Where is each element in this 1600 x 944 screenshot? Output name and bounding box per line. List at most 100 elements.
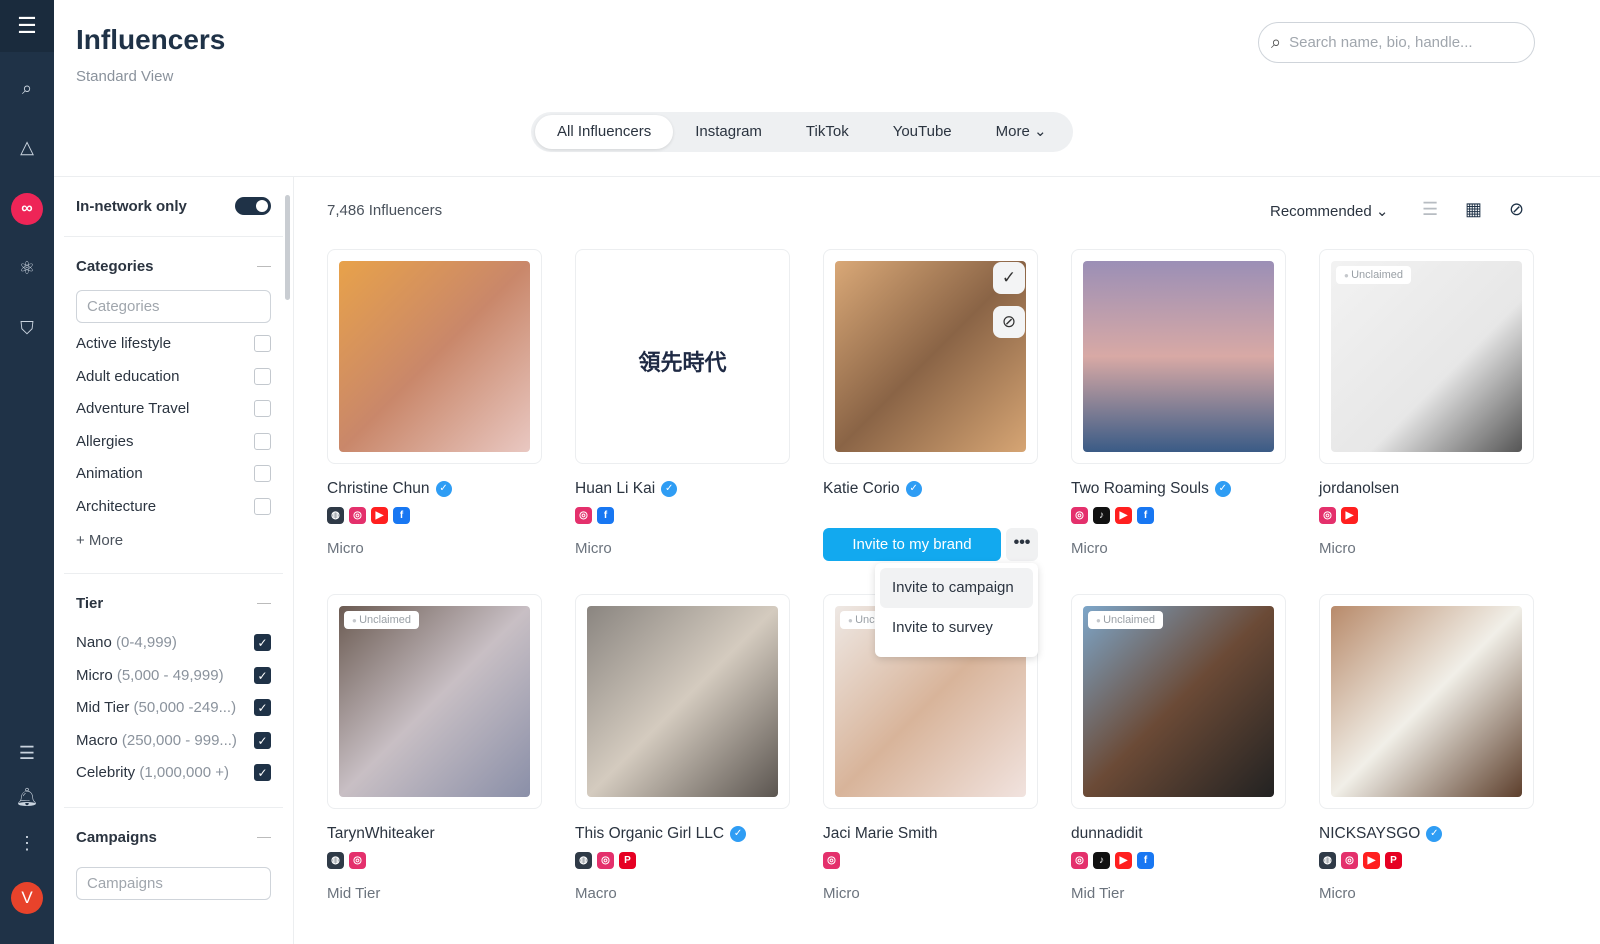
influencer-name[interactable]: This Organic Girl LLC <box>575 825 724 843</box>
influencer-card[interactable]: Two Roaming Souls ✓ ◎ ♪ ▶ f Micro <box>1071 249 1286 557</box>
youtube-icon[interactable]: ▶ <box>1115 852 1132 869</box>
tab-instagram[interactable]: Instagram <box>673 115 784 149</box>
facebook-icon[interactable]: f <box>1137 507 1154 524</box>
influencer-name[interactable]: Jaci Marie Smith <box>823 825 938 843</box>
youtube-icon[interactable]: ▶ <box>1341 507 1358 524</box>
category-checkbox[interactable] <box>254 432 271 450</box>
tier-option[interactable]: Macro (250,000 - 999...) ✓ <box>76 731 271 749</box>
influencer-name[interactable]: dunnadidit <box>1071 825 1143 843</box>
tier-checkbox[interactable]: ✓ <box>254 764 271 782</box>
sidebar-scrollbar[interactable] <box>285 195 290 300</box>
tab-tiktok[interactable]: TikTok <box>784 115 871 149</box>
influencer-card[interactable]: ✓ ⊘ Katie Corio ✓ <box>823 249 1038 540</box>
categories-input[interactable] <box>76 290 271 323</box>
instagram-icon[interactable]: ◎ <box>349 852 366 869</box>
invite-to-brand-button[interactable]: Invite to my brand <box>823 528 1001 561</box>
grid-view-icon[interactable]: ▦ <box>1465 199 1482 220</box>
more-actions-button[interactable]: ••• <box>1006 528 1038 561</box>
tier-checkbox[interactable]: ✓ <box>254 699 271 717</box>
instagram-icon[interactable]: ◎ <box>823 852 840 869</box>
profile-photo-frame[interactable]: 領先時代 <box>575 249 790 464</box>
instagram-icon[interactable]: ◎ <box>349 507 366 524</box>
collapse-icon[interactable] <box>257 603 271 604</box>
block-icon[interactable]: ⊘ <box>993 306 1025 338</box>
category-option[interactable]: Active lifestyle <box>76 335 271 352</box>
youtube-icon[interactable]: ▶ <box>1363 852 1380 869</box>
campaigns-input[interactable] <box>76 867 271 900</box>
pinterest-icon[interactable]: P <box>619 852 636 869</box>
profile-photo-frame[interactable]: Unclaimed <box>1071 594 1286 809</box>
influencer-card[interactable]: Unclaimed TarynWhiteaker ◍◎ Mid Tier <box>327 594 542 902</box>
menu-item-invite-campaign[interactable]: Invite to campaign <box>880 568 1033 608</box>
avatar[interactable]: V <box>11 882 43 914</box>
category-checkbox[interactable] <box>254 465 271 483</box>
category-option[interactable]: Allergies <box>76 432 271 450</box>
tab-youtube[interactable]: YouTube <box>871 115 974 149</box>
pinterest-icon[interactable]: P <box>1385 852 1402 869</box>
collapse-icon[interactable] <box>257 266 271 267</box>
tier-checkbox[interactable]: ✓ <box>254 634 271 651</box>
infinity-icon[interactable]: ∞ <box>0 193 54 225</box>
menu-item-invite-survey[interactable]: Invite to survey <box>880 608 1033 648</box>
instagram-icon[interactable]: ◎ <box>597 852 614 869</box>
category-option[interactable]: Architecture <box>76 498 271 515</box>
influencer-card[interactable]: 領先時代 Huan Li Kai ✓ ◎ f Micro <box>575 249 790 557</box>
facebook-icon[interactable]: f <box>393 507 410 524</box>
bell-icon[interactable]: 🔔︎ <box>0 787 54 808</box>
collapse-icon[interactable] <box>257 837 271 838</box>
profile-photo-frame[interactable]: Unclaimed <box>1319 249 1534 464</box>
instagram-icon[interactable]: ◎ <box>1319 507 1336 524</box>
category-option[interactable]: Adult education <box>76 367 271 385</box>
shield-icon[interactable]: ⛉ <box>0 318 54 339</box>
influencer-card[interactable]: Christine Chun ✓ ◍ ◎ ▶ f Micro <box>327 249 542 557</box>
tier-option[interactable]: Micro (5,000 - 49,999) ✓ <box>76 666 271 684</box>
search-box[interactable]: ⌕ <box>1258 22 1535 63</box>
sort-dropdown[interactable]: Recommended ⌄ <box>1270 202 1388 220</box>
category-checkbox[interactable] <box>254 400 271 418</box>
profile-photo-frame[interactable] <box>1071 249 1286 464</box>
tiktok-icon[interactable]: ♪ <box>1093 852 1110 869</box>
menu-icon[interactable]: ☰ <box>0 0 54 52</box>
youtube-icon[interactable]: ▶ <box>1115 507 1132 524</box>
network-icon[interactable]: △ <box>0 137 54 158</box>
tier-checkbox[interactable]: ✓ <box>254 666 271 684</box>
influencer-card[interactable]: This Organic Girl LLC ✓ ◍ ◎ P Macro <box>575 594 790 902</box>
category-checkbox[interactable] <box>254 367 271 385</box>
tiktok-icon[interactable]: ♪ <box>1093 507 1110 524</box>
approve-check-icon[interactable]: ✓ <box>993 262 1025 294</box>
facebook-icon[interactable]: f <box>1137 852 1154 869</box>
tier-option[interactable]: Nano (0-4,999) ✓ <box>76 634 271 651</box>
instagram-icon[interactable]: ◎ <box>1341 852 1358 869</box>
profile-photo-frame[interactable] <box>327 249 542 464</box>
web-icon[interactable]: ◍ <box>575 852 592 869</box>
tab-all[interactable]: All Influencers <box>535 115 674 149</box>
more-categories-link[interactable]: + More <box>76 532 271 549</box>
facebook-icon[interactable]: f <box>597 507 614 524</box>
profile-photo-frame[interactable]: Unclaimed <box>327 594 542 809</box>
tier-option[interactable]: Mid Tier (50,000 -249...) ✓ <box>76 699 271 717</box>
hide-icon[interactable]: ⊘ <box>1509 199 1524 220</box>
profile-photo-frame[interactable] <box>575 594 790 809</box>
search-input[interactable] <box>1289 34 1510 51</box>
web-icon[interactable]: ◍ <box>327 852 344 869</box>
influencer-card[interactable]: Unclaimed jordanolsen ◎▶ Micro <box>1319 249 1534 557</box>
instagram-icon[interactable]: ◎ <box>575 507 592 524</box>
tab-more[interactable]: More ⌄ <box>974 115 1069 149</box>
instagram-icon[interactable]: ◎ <box>1071 852 1088 869</box>
search-icon[interactable]: ⌕ <box>0 78 54 99</box>
category-checkbox[interactable] <box>254 335 271 352</box>
tier-checkbox[interactable]: ✓ <box>254 731 271 749</box>
category-checkbox[interactable] <box>254 498 271 515</box>
web-icon[interactable]: ◍ <box>327 507 344 524</box>
tier-option[interactable]: Celebrity (1,000,000 +) ✓ <box>76 764 271 782</box>
influencer-card[interactable]: NICKSAYSGO ✓ ◍ ◎ ▶ P Micro <box>1319 594 1534 902</box>
atom-icon[interactable]: ⚛ <box>0 258 54 279</box>
category-option[interactable]: Animation <box>76 465 271 483</box>
influencer-name[interactable]: NICKSAYSGO <box>1319 825 1420 843</box>
influencer-card[interactable]: Unclaimed dunnadidit ◎ ♪ ▶ f Mid Tier <box>1071 594 1286 902</box>
influencer-name[interactable]: TarynWhiteaker <box>327 825 435 843</box>
influencer-name[interactable]: Christine Chun <box>327 480 430 498</box>
youtube-icon[interactable]: ▶ <box>371 507 388 524</box>
influencer-name[interactable]: Huan Li Kai <box>575 480 655 498</box>
profile-photo-frame[interactable] <box>1319 594 1534 809</box>
